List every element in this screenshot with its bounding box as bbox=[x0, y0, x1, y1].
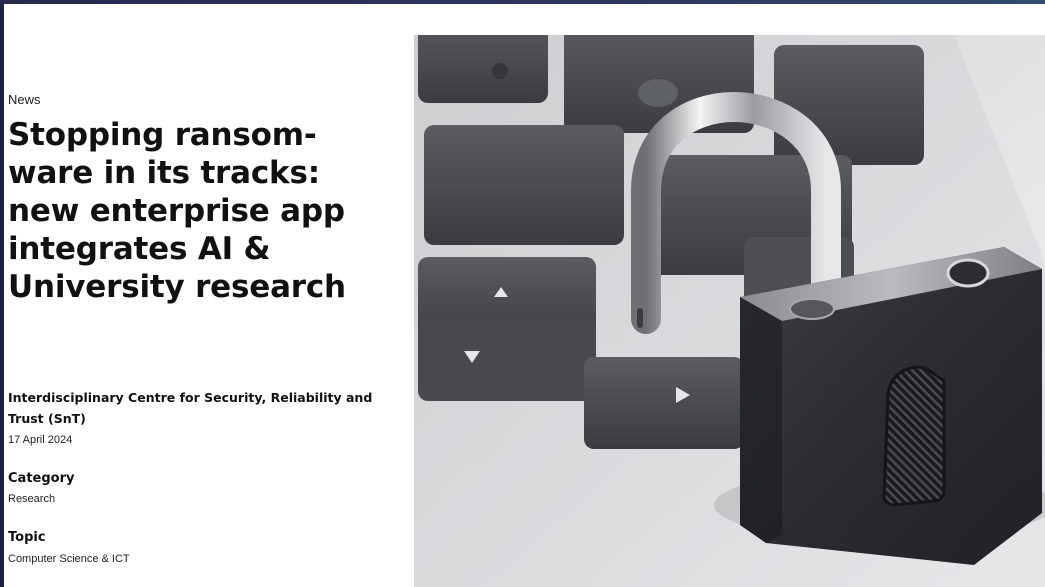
article-title-line: ware in its tracks: bbox=[8, 155, 320, 191]
category-label: Category bbox=[8, 471, 75, 486]
article-title-line: new enterprise app bbox=[8, 193, 345, 229]
topic-label: Topic bbox=[8, 530, 46, 545]
publish-date: 17 April 2024 bbox=[8, 434, 73, 446]
article-title-line: integrates AI & bbox=[8, 231, 271, 267]
hero-image bbox=[414, 35, 1045, 587]
organization-link[interactable]: Interdisciplinary Centre for Security, R… bbox=[8, 387, 386, 429]
padlock-body bbox=[740, 247, 1042, 565]
article-title-line: University research bbox=[8, 269, 346, 305]
article-title-line: Stopping ransom- bbox=[8, 117, 317, 153]
category-value[interactable]: Research bbox=[8, 493, 55, 505]
article-title: Stopping ransom- ware in its tracks: new… bbox=[8, 116, 388, 306]
topic-value[interactable]: Computer Science & ICT bbox=[8, 553, 130, 565]
section-label[interactable]: News bbox=[8, 92, 41, 107]
padlock-keyboard-illustration bbox=[414, 35, 1045, 587]
article-page: News Stopping ransom- ware in its tracks… bbox=[4, 4, 1045, 587]
